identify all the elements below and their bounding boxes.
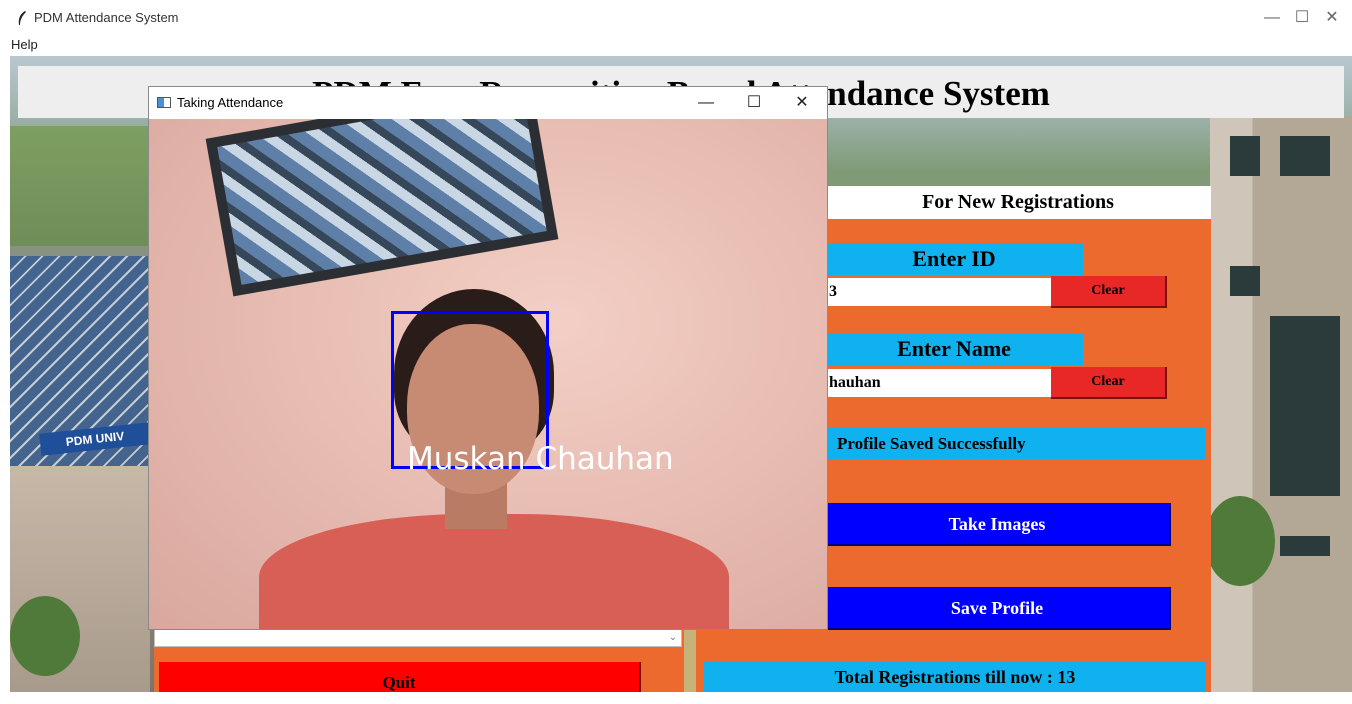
camera-feed: Muskan Chauhan xyxy=(149,119,827,629)
status-message: Profile Saved Successfully xyxy=(825,428,1205,459)
attendance-combobox[interactable]: ⌄ xyxy=(154,629,682,647)
camera-maximize-button[interactable]: ☐ xyxy=(731,89,777,117)
app-titlebar: PDM Attendance System — ☐ ✕ xyxy=(0,0,1352,36)
panel-divider xyxy=(684,630,696,692)
tree xyxy=(1205,496,1275,586)
building-window xyxy=(1270,316,1340,496)
chevron-down-icon[interactable]: ⌄ xyxy=(665,630,681,646)
building-window xyxy=(1230,136,1260,176)
feather-icon xyxy=(18,11,26,25)
camera-window[interactable]: Taking Attendance — ☐ ✕ Muskan Chauhan xyxy=(148,86,828,630)
person-shirt xyxy=(259,514,729,629)
window-icon xyxy=(157,97,171,108)
building-window xyxy=(1230,266,1260,296)
clear-id-button[interactable]: Clear xyxy=(1051,276,1167,308)
enter-id-label: Enter ID xyxy=(825,243,1083,275)
registration-header: For New Registrations xyxy=(825,186,1211,219)
building-window xyxy=(1280,136,1330,176)
take-images-button[interactable]: Take Images xyxy=(825,503,1171,546)
building-window xyxy=(1280,536,1330,556)
wall-photo-frame xyxy=(205,119,559,297)
camera-window-title: Taking Attendance xyxy=(177,95,284,110)
quit-button[interactable]: Quit xyxy=(159,662,641,692)
camera-minimize-button[interactable]: — xyxy=(683,89,729,117)
camera-titlebar[interactable]: Taking Attendance — ☐ ✕ xyxy=(149,87,827,119)
menubar: Help xyxy=(0,36,1352,56)
save-profile-button[interactable]: Save Profile xyxy=(825,587,1171,630)
name-input[interactable]: hauhan xyxy=(825,369,1051,397)
total-registrations: Total Registrations till now : 13 xyxy=(704,662,1206,692)
wall-photo xyxy=(217,119,547,285)
app-title: PDM Attendance System xyxy=(34,10,179,25)
tree xyxy=(10,596,80,676)
id-input[interactable]: 3 xyxy=(825,278,1051,306)
background-field xyxy=(10,126,150,246)
background-building-right xyxy=(1210,116,1352,692)
recognized-name-label: Muskan Chauhan xyxy=(407,441,674,477)
camera-close-button[interactable]: ✕ xyxy=(779,89,825,117)
close-button[interactable]: ✕ xyxy=(1312,4,1352,32)
enter-name-label: Enter Name xyxy=(825,333,1083,365)
menu-help[interactable]: Help xyxy=(11,37,38,52)
clear-name-button[interactable]: Clear xyxy=(1051,367,1167,399)
